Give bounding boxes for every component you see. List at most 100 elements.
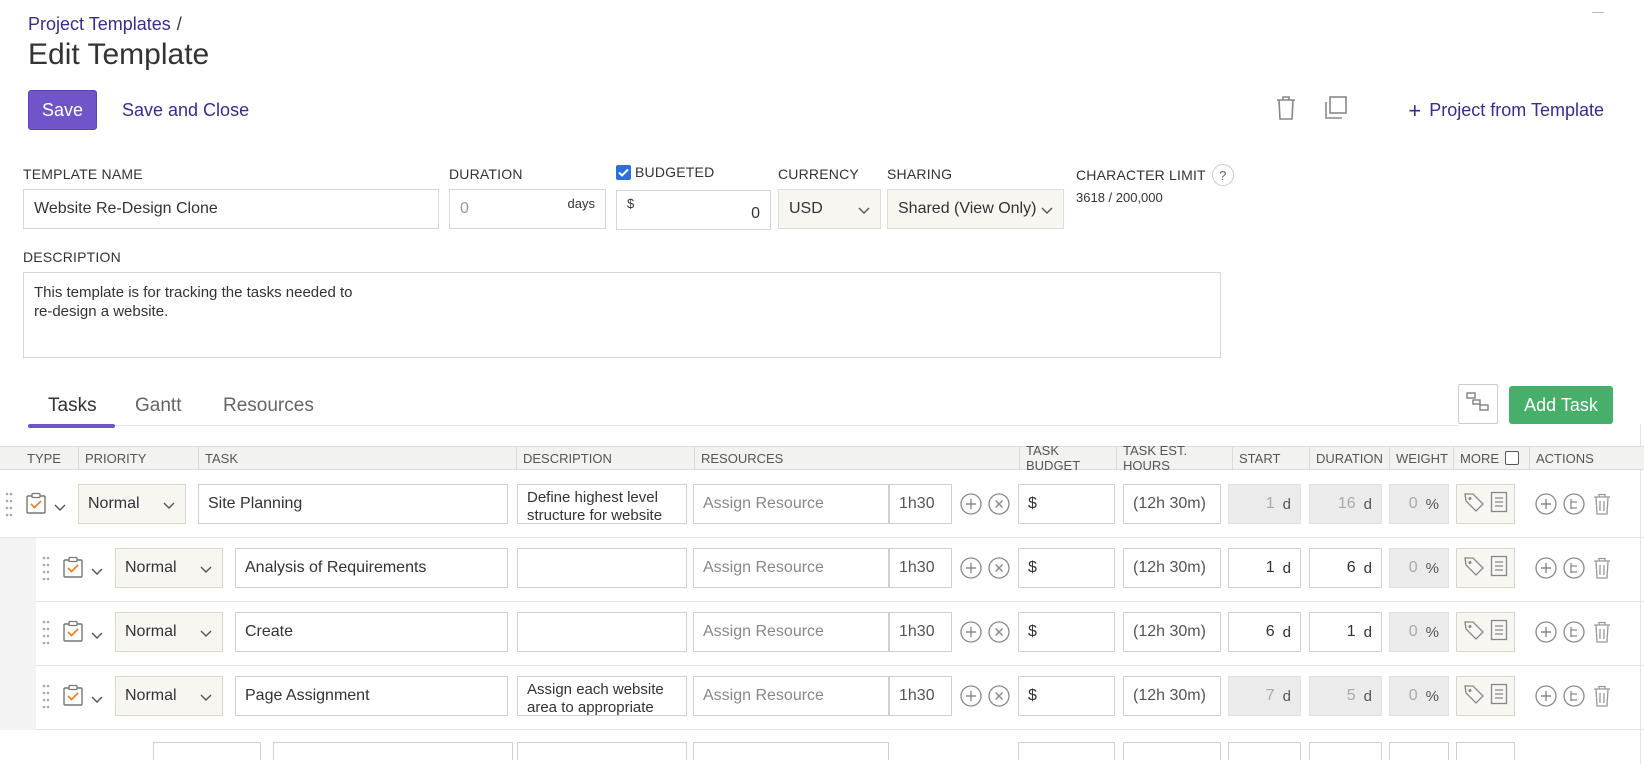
add-resource-icon[interactable] <box>960 621 982 643</box>
task-name-input[interactable]: Analysis of Requirements <box>235 548 508 588</box>
task-description-input[interactable] <box>517 548 687 588</box>
add-task-button[interactable]: Add Task <box>1509 386 1613 424</box>
hierarchy-view-button[interactable] <box>1458 384 1498 424</box>
drag-handle[interactable] <box>42 683 50 709</box>
breadcrumb-project-templates[interactable]: Project Templates <box>28 14 171 34</box>
add-resource-icon[interactable] <box>960 685 982 707</box>
task-description-input[interactable]: Assign each website area to appropriate <box>517 676 687 716</box>
task-budget-input[interactable]: $ <box>1018 484 1115 524</box>
tag-icon[interactable] <box>1463 491 1485 518</box>
remove-resource-icon[interactable] <box>988 621 1010 643</box>
task-type-icon[interactable] <box>62 620 84 642</box>
add-subtask-icon[interactable] <box>1563 685 1585 707</box>
task-type-icon[interactable] <box>62 684 84 706</box>
tab-tasks[interactable]: Tasks <box>48 395 97 417</box>
table-row: Normal Analysis of Requirements Assign Res… <box>0 538 1644 602</box>
col-description: DESCRIPTION <box>516 447 694 469</box>
task-budget-input[interactable]: $ <box>1018 612 1115 652</box>
add-resource-icon[interactable] <box>960 493 982 515</box>
drag-handle[interactable] <box>42 555 50 581</box>
add-subtask-icon[interactable] <box>1563 557 1585 579</box>
details-list-icon[interactable] <box>1490 683 1508 710</box>
duration-input[interactable]: 6d <box>1309 548 1382 588</box>
chevron-down-icon[interactable] <box>91 691 103 709</box>
remove-resource-icon[interactable] <box>988 557 1010 579</box>
task-description-input[interactable]: Define highest level structure for websi… <box>517 484 687 524</box>
help-icon[interactable]: ? <box>1211 164 1234 186</box>
resource-hours-input[interactable]: 1h30 <box>889 676 952 716</box>
budget-input[interactable]: $ 0 <box>616 190 771 230</box>
assign-resource-placeholder: Assign Resource <box>703 623 824 640</box>
budgeted-toggle[interactable]: BUDGETED <box>616 164 714 180</box>
chevron-down-icon[interactable] <box>91 563 103 581</box>
task-est-hours: (12h 30m) <box>1123 484 1221 524</box>
task-budget-input[interactable]: $ <box>1018 548 1115 588</box>
tag-icon[interactable] <box>1463 555 1485 582</box>
project-from-template-link[interactable]: + Project from Template <box>1408 99 1604 121</box>
priority-select[interactable]: Normal <box>78 484 186 524</box>
tab-gantt[interactable]: Gantt <box>135 395 181 417</box>
delete-task-icon[interactable] <box>1593 685 1615 707</box>
add-subtask-icon[interactable] <box>1563 621 1585 643</box>
start-unit: d <box>1282 559 1291 577</box>
details-list-icon[interactable] <box>1490 555 1508 582</box>
remove-resource-icon[interactable] <box>988 685 1010 707</box>
delete-task-icon[interactable] <box>1593 493 1615 515</box>
add-task-below-icon[interactable] <box>1535 621 1557 643</box>
assign-resource-input[interactable]: Assign Resource <box>693 676 889 716</box>
copy-template-button[interactable] <box>1320 94 1352 126</box>
resource-hours-input[interactable]: 1h30 <box>889 484 952 524</box>
task-name-input[interactable]: Create <box>235 612 508 652</box>
task-name-input[interactable]: Page Assignment <box>235 676 508 716</box>
duration-input[interactable]: 1d <box>1309 612 1382 652</box>
priority-select[interactable]: Normal <box>115 548 223 588</box>
delete-task-icon[interactable] <box>1593 621 1615 643</box>
priority-select[interactable]: Normal <box>115 612 223 652</box>
details-list-icon[interactable] <box>1490 619 1508 646</box>
add-task-below-icon[interactable] <box>1535 493 1557 515</box>
description-label: DESCRIPTION <box>23 249 121 265</box>
assign-resource-input[interactable]: Assign Resource <box>693 612 889 652</box>
chevron-down-icon[interactable] <box>54 499 66 517</box>
sharing-select[interactable]: Shared (View Only) <box>887 189 1064 229</box>
assign-resource-input[interactable]: Assign Resource <box>693 484 889 524</box>
duration-input[interactable]: 0 days <box>449 189 606 229</box>
priority-select[interactable]: Normal <box>115 676 223 716</box>
currency-value: USD <box>789 200 823 217</box>
task-description-input[interactable] <box>517 612 687 652</box>
add-subtask-icon[interactable] <box>1563 493 1585 515</box>
delete-task-icon[interactable] <box>1593 557 1615 579</box>
tab-resources[interactable]: Resources <box>223 395 314 417</box>
save-button[interactable]: Save <box>28 90 97 130</box>
template-name-input[interactable]: Website Re-Design Clone <box>23 189 439 229</box>
start-input[interactable]: 6d <box>1228 612 1301 652</box>
save-and-close-link[interactable]: Save and Close <box>122 100 249 121</box>
add-task-below-icon[interactable] <box>1535 685 1557 707</box>
tab-divider <box>28 425 1458 426</box>
budgeted-checkbox[interactable] <box>616 164 631 180</box>
remove-resource-icon[interactable] <box>988 493 1010 515</box>
drag-handle[interactable] <box>42 619 50 645</box>
page-title: Edit Template <box>28 38 210 71</box>
task-budget-input[interactable]: $ <box>1018 676 1115 716</box>
currency-select[interactable]: USD <box>778 189 881 229</box>
description-textarea[interactable]: This template is for tracking the tasks … <box>23 272 1221 358</box>
task-type-icon[interactable] <box>62 556 84 578</box>
resource-hours-input[interactable]: 1h30 <box>889 548 952 588</box>
trash-icon <box>1276 95 1296 125</box>
delete-template-button[interactable] <box>1270 94 1302 126</box>
resource-hours-input[interactable]: 1h30 <box>889 612 952 652</box>
start-input[interactable]: 1d <box>1228 548 1301 588</box>
select-all-checkbox[interactable] <box>1505 451 1519 465</box>
tag-icon[interactable] <box>1463 619 1485 646</box>
template-name-label: TEMPLATE NAME <box>23 166 143 182</box>
chevron-down-icon[interactable] <box>91 627 103 645</box>
task-name-input[interactable]: Site Planning <box>198 484 508 524</box>
add-task-below-icon[interactable] <box>1535 557 1557 579</box>
tag-icon[interactable] <box>1463 683 1485 710</box>
assign-resource-input[interactable]: Assign Resource <box>693 548 889 588</box>
drag-handle[interactable] <box>5 491 13 517</box>
task-type-icon[interactable] <box>25 492 47 514</box>
details-list-icon[interactable] <box>1490 491 1508 518</box>
add-resource-icon[interactable] <box>960 557 982 579</box>
